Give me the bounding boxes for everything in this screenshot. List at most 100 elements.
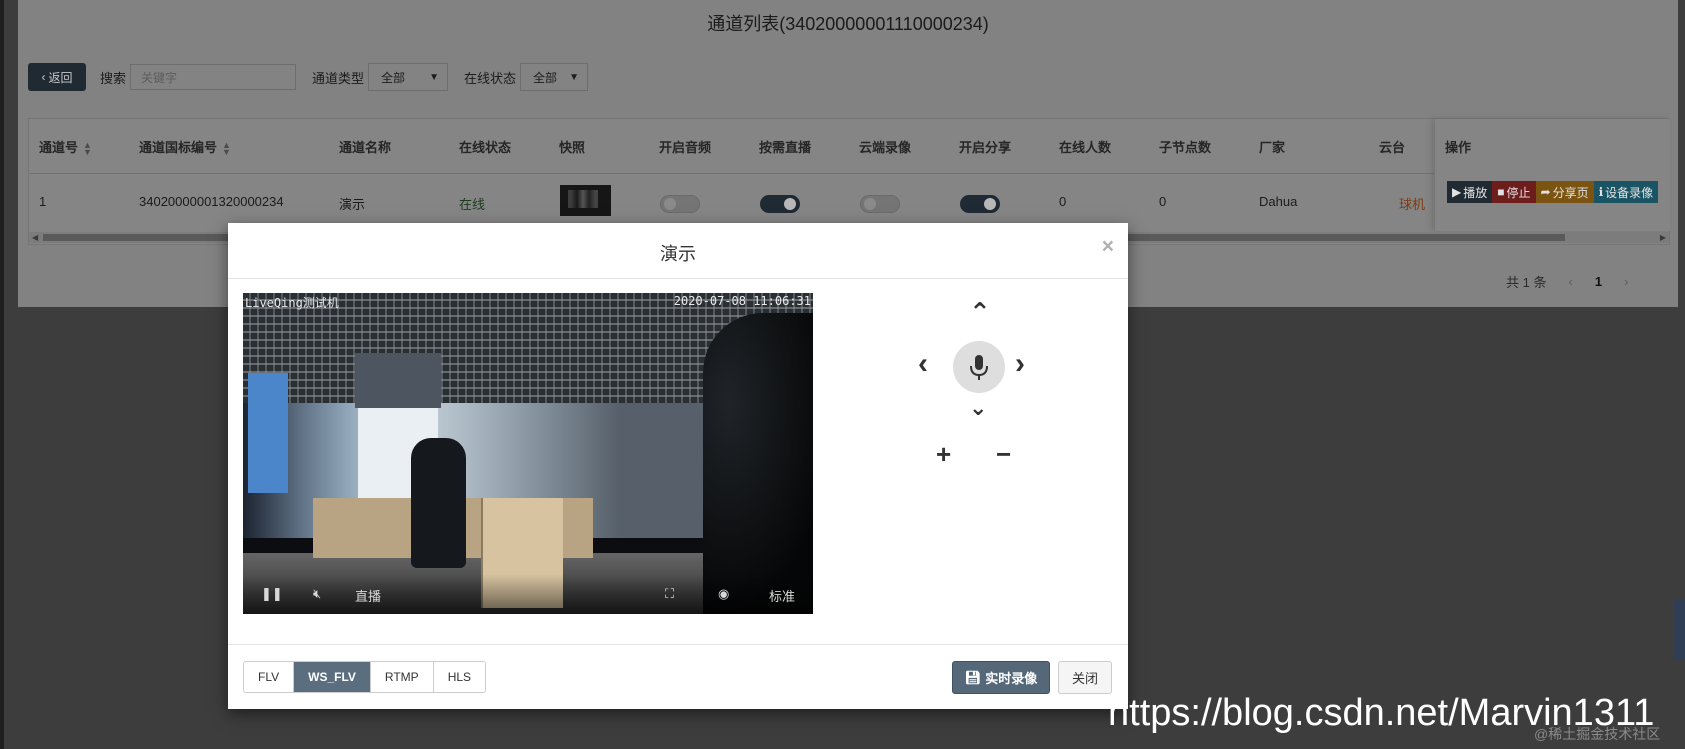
video-player[interactable]: LiveQing测试机 2020-07-08 11:06:31 ❚❚ 🔇︎ 直播…: [243, 293, 813, 614]
format-ws-flv-button[interactable]: WS_FLV: [294, 662, 371, 692]
column-header[interactable]: 通道号 ▲ ▼: [39, 137, 92, 156]
stop-icon: ■: [1497, 185, 1505, 199]
video-osd-label: LiveQing测试机: [245, 296, 339, 310]
column-header: 云端录像: [859, 140, 912, 155]
channel-type-value: 全部: [381, 70, 406, 85]
player-controls: ❚❚ 🔇︎ 直播 ⛶ ◉ 标准: [243, 574, 813, 614]
column-header: 在线状态: [459, 140, 512, 155]
column-header: 子节点数: [1159, 140, 1212, 155]
snapshot-icon[interactable]: ◉: [718, 586, 729, 602]
share-page-button[interactable]: ➦ 分享页: [1535, 181, 1594, 203]
toggle-knob: [784, 198, 796, 210]
quality-selector[interactable]: 标准: [769, 586, 795, 605]
back-button[interactable]: ‹ 返回: [28, 63, 86, 91]
column-header: 云台: [1379, 140, 1406, 155]
prev-page-icon[interactable]: ‹: [1568, 274, 1572, 289]
on-demand-toggle[interactable]: [760, 195, 800, 213]
scroll-right-icon[interactable]: ▶: [1660, 232, 1666, 243]
column-header: 厂家: [1259, 140, 1286, 155]
column-header: 按需直播: [759, 140, 812, 155]
pause-icon[interactable]: ❚❚: [261, 586, 283, 602]
ptz-left-icon[interactable]: ‹: [918, 347, 928, 381]
sort-icon[interactable]: ▲ ▼: [222, 140, 231, 156]
microphone-icon: [970, 355, 988, 380]
sidebar-strip: [0, 0, 4, 749]
realtime-record-label: 实时录像: [985, 671, 1038, 686]
talk-button[interactable]: [953, 341, 1005, 393]
pagination: 共 1 条 ‹ 1 ›: [1506, 272, 1650, 291]
ptz-right-icon[interactable]: ›: [1015, 347, 1025, 381]
search-label: 搜索: [100, 70, 127, 86]
online-status-label: 在线状态: [464, 70, 517, 86]
column-header: 快照: [559, 140, 586, 155]
online-status-value: 全部: [533, 70, 558, 85]
vendor-cell: Dahua: [1259, 194, 1298, 209]
search-input[interactable]: 关键字: [130, 64, 297, 90]
column-header: 在线人数: [1059, 140, 1112, 155]
total-count: 共 1 条: [1506, 275, 1547, 290]
next-page-icon[interactable]: ›: [1624, 274, 1628, 289]
save-icon: 💾︎: [964, 669, 982, 685]
chevron-left-icon: ‹: [41, 70, 46, 84]
scroll-left-icon[interactable]: ◀: [32, 232, 38, 243]
watermark-community: @稀土掘金技术社区: [1534, 726, 1661, 742]
child-count-cell: 0: [1159, 194, 1167, 209]
zoom-out-icon[interactable]: −: [996, 439, 1011, 470]
zoom-in-icon[interactable]: +: [936, 439, 951, 470]
ptz-down-icon[interactable]: ⌄: [969, 395, 987, 421]
channel-type-select[interactable]: 全部 ▼: [368, 63, 449, 91]
ptz-type-cell: 球机: [1399, 197, 1426, 212]
info-icon: ℹ: [1598, 185, 1604, 199]
online-count-cell: 0: [1059, 194, 1067, 209]
toolbar: ‹ 返回 搜索 关键字 通道类型 全部 ▼ 在线状态 全部 ▼: [28, 62, 604, 92]
stop-button[interactable]: ■ 停止: [1492, 181, 1536, 203]
page-number[interactable]: 1: [1595, 274, 1602, 289]
gb-id-cell: 34020000001320000234: [139, 194, 284, 209]
channel-type-label: 通道类型: [312, 70, 365, 86]
page-title: 通道列表(34020000001110000234): [707, 14, 989, 34]
toggle-knob: [864, 198, 876, 210]
share-toggle[interactable]: [960, 195, 1000, 213]
format-rtmp-button[interactable]: RTMP: [370, 662, 434, 692]
back-label: 返回: [48, 70, 73, 85]
ptz-up-icon[interactable]: ⌃: [969, 297, 991, 328]
live-preview-modal: 演示 × LiveQing测试机 2020-07-08 11:06:31 ❚❚ …: [228, 223, 1128, 709]
modal-title: 演示: [660, 244, 696, 264]
play-icon: ▶: [1452, 185, 1462, 199]
sort-icon[interactable]: ▲ ▼: [83, 140, 92, 156]
column-header: 通道名称: [339, 140, 392, 155]
ptz-control: ⌃ ‹ › ⌄ + −: [908, 293, 1058, 493]
play-button[interactable]: ▶ 播放: [1447, 181, 1493, 203]
page-backdrop: 通道列表(34020000001110000234) ‹ 返回 搜索 关键字 通…: [0, 0, 1685, 749]
modal-header: 演示 ×: [228, 223, 1128, 279]
chevron-down-icon: ▼: [429, 71, 440, 83]
page-scrollbar[interactable]: [1674, 600, 1685, 660]
format-hls-button[interactable]: HLS: [433, 662, 486, 692]
operations-column: 操作 ▶ 播放 ■ 停止 ➦ 分享页 ℹ 设备录像: [1434, 119, 1670, 231]
online-status-cell: 在线: [459, 197, 486, 212]
row-actions: ▶ 播放 ■ 停止 ➦ 分享页 ℹ 设备录像: [1447, 181, 1659, 203]
channel-no-cell: 1: [39, 194, 47, 209]
video-osd-timestamp: 2020-07-08 11:06:31: [673, 294, 811, 308]
close-icon[interactable]: ×: [1102, 235, 1114, 259]
table-header: 通道号 ▲ ▼ 通道国标编号 ▲ ▼ 通道名称 在线状态 快照 开启音频 按需直播 云端…: [29, 119, 1669, 174]
column-header[interactable]: 通道国标编号 ▲ ▼: [139, 137, 231, 156]
column-header: 操作: [1445, 140, 1472, 155]
device-record-button[interactable]: ℹ 设备录像: [1593, 181, 1659, 203]
snapshot-thumbnail[interactable]: [560, 185, 611, 216]
realtime-record-button[interactable]: 💾︎ 实时录像: [952, 661, 1050, 694]
toggle-knob: [984, 198, 996, 210]
online-status-select[interactable]: 全部 ▼: [520, 63, 589, 91]
channel-name-cell: 演示: [339, 197, 366, 212]
stream-format-group: FLV WS_FLV RTMP HLS: [243, 661, 487, 693]
toggle-knob: [664, 198, 676, 210]
column-header: 开启分享: [959, 140, 1012, 155]
mute-icon[interactable]: 🔇︎: [313, 586, 321, 602]
audio-toggle[interactable]: [660, 195, 700, 213]
column-header: 开启音频: [659, 140, 712, 155]
format-flv-button[interactable]: FLV: [244, 662, 295, 692]
close-button[interactable]: 关闭: [1058, 661, 1112, 694]
fullscreen-icon[interactable]: ⛶: [665, 586, 674, 602]
live-label: 直播: [355, 589, 382, 604]
cloud-record-toggle[interactable]: [860, 195, 900, 213]
